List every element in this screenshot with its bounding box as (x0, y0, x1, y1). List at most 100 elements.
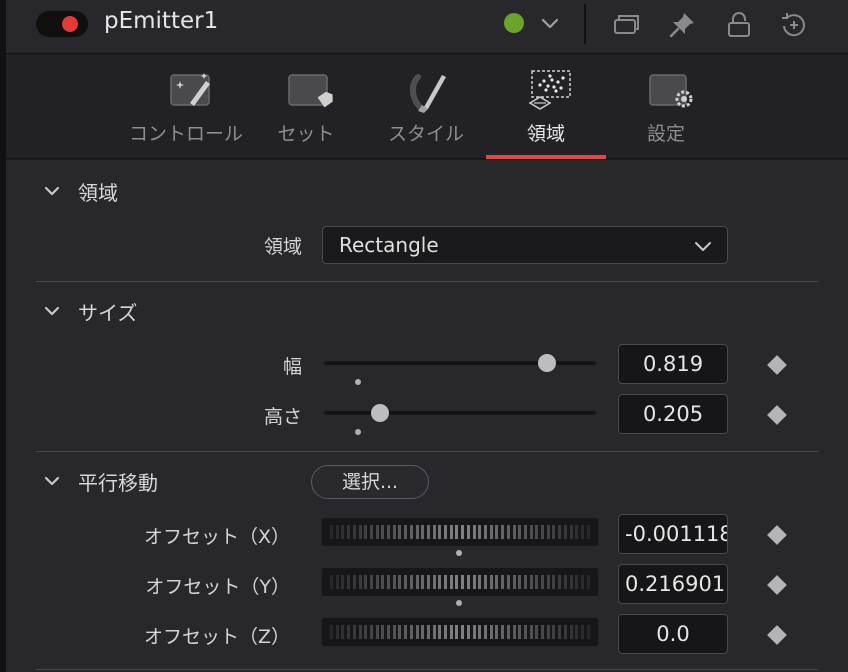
thumbwheel-tick (455, 575, 459, 589)
thumbwheel-tick (387, 525, 391, 539)
height-input[interactable]: 0.205 (618, 394, 728, 434)
thumbwheel-tick (375, 575, 379, 589)
thumbwheel-tick (563, 575, 567, 589)
keyframe-diamond-icon[interactable] (767, 355, 787, 375)
tab-set[interactable]: セット (246, 55, 366, 159)
thumbwheel-tick (569, 575, 573, 589)
section-divider (36, 669, 818, 670)
thumbwheel-tick (523, 575, 527, 589)
node-enable-toggle[interactable] (36, 11, 88, 37)
thumbwheel-tick (483, 625, 487, 639)
thumbwheel-tick (546, 575, 550, 589)
select-button[interactable]: 選択... (311, 465, 429, 499)
thumbwheel-tick (432, 525, 436, 539)
default-marker (456, 600, 462, 606)
thumbwheel-tick (461, 575, 465, 589)
thumbwheel-tick (506, 625, 510, 639)
thumbwheel-tick (409, 625, 413, 639)
thumbwheel-tick (449, 575, 453, 589)
thumbwheel-tick (466, 575, 470, 589)
thumbwheel-tick (432, 575, 436, 589)
tab-controls[interactable]: コントロール (126, 55, 246, 159)
pin-icon[interactable] (667, 10, 697, 40)
width-slider[interactable] (324, 354, 596, 372)
thumbwheel-tick (586, 525, 590, 539)
region-dropdown[interactable]: Rectangle (322, 226, 728, 264)
thumbwheel-tick (426, 625, 430, 639)
thumbwheel-tick (483, 525, 487, 539)
thumbwheel-tick (438, 525, 442, 539)
thumbwheel-tick (523, 625, 527, 639)
offset-y-input[interactable]: 0.216901 (618, 564, 728, 604)
thumbwheel-tick (466, 525, 470, 539)
tab-region[interactable]: 領域 (486, 55, 606, 159)
thumbwheel-tick (461, 525, 465, 539)
window-icon[interactable] (611, 10, 641, 40)
thumbwheel-tick (512, 575, 516, 589)
section-header-translate[interactable]: 平行移動 (42, 466, 158, 496)
thumbwheel-tick (449, 525, 453, 539)
thumbwheel-tick (398, 525, 402, 539)
offset-x-value: -0.001118 (625, 522, 728, 546)
offset-z-input[interactable]: 0.0 (618, 614, 728, 654)
thumbwheel-tick (347, 525, 351, 539)
thumbwheel-tick (330, 525, 333, 539)
thumbwheel-tick (455, 525, 459, 539)
region-icon (528, 70, 571, 110)
tab-label: コントロール (128, 123, 243, 145)
thumbwheel-ticks (330, 625, 590, 639)
chevron-down-icon[interactable] (538, 12, 562, 36)
offset-x-thumbwheel[interactable] (322, 518, 598, 546)
thumbwheel-tick (404, 625, 408, 639)
thumbwheel-tick (489, 625, 493, 639)
section-header-region[interactable]: 領域 (42, 176, 118, 206)
keyframe-diamond-icon[interactable] (767, 525, 787, 545)
thumbwheel-tick (415, 575, 419, 589)
thumbwheel-tick (404, 525, 408, 539)
section-title: サイズ (78, 300, 138, 325)
thumbwheel-tick (586, 625, 590, 639)
thumbwheel-tick (421, 525, 425, 539)
thumbwheel-tick (541, 625, 545, 639)
keyframe-diamond-icon[interactable] (767, 405, 787, 425)
thumbwheel-tick (381, 575, 385, 589)
thumbwheel-tick (381, 625, 385, 639)
status-indicator[interactable] (504, 13, 524, 33)
section-divider (36, 451, 818, 452)
height-slider[interactable] (324, 404, 596, 422)
thumbwheel-tick (501, 625, 505, 639)
active-tab-underline (486, 155, 606, 159)
tab-style[interactable]: スタイル (366, 55, 486, 159)
tab-label: セット (277, 123, 335, 145)
thumbwheel-tick (330, 625, 333, 639)
thumbwheel-tick (392, 525, 396, 539)
keyframe-diamond-icon[interactable] (767, 625, 787, 645)
brush-icon (410, 74, 446, 113)
thumbwheel-tick (569, 525, 573, 539)
thumbwheel-tick (489, 525, 493, 539)
thumbwheel-tick (375, 625, 379, 639)
inspector-panel: 領域 領域 Rectangle サイズ 幅 0.819 高さ 0.205 平行移… (6, 160, 848, 672)
thumbwheel-tick (369, 625, 373, 639)
section-header-size[interactable]: サイズ (42, 296, 137, 326)
reset-icon[interactable] (779, 10, 809, 40)
tab-settings[interactable]: 設定 (606, 55, 726, 159)
thumbwheel-tick (358, 575, 362, 589)
thumbwheel-tick (552, 625, 556, 639)
offset-z-thumbwheel[interactable] (322, 618, 598, 646)
section-title: 平行移動 (78, 470, 158, 495)
lock-icon[interactable] (724, 10, 754, 40)
thumbwheel-tick (449, 625, 453, 639)
thumbwheel-tick (472, 625, 476, 639)
offset-x-input[interactable]: -0.001118 (618, 514, 728, 554)
thumbwheel-tick (546, 525, 550, 539)
chevron-down-icon (44, 476, 60, 486)
offset-y-thumbwheel[interactable] (322, 568, 598, 596)
keyframe-diamond-icon[interactable] (767, 575, 787, 595)
region-label: 領域 (263, 236, 302, 258)
width-input[interactable]: 0.819 (618, 344, 728, 384)
thumbwheel-tick (387, 625, 391, 639)
offset-y-value: 0.216901 (625, 572, 726, 596)
slider-handle[interactable] (537, 354, 556, 372)
slider-handle[interactable] (370, 404, 389, 422)
